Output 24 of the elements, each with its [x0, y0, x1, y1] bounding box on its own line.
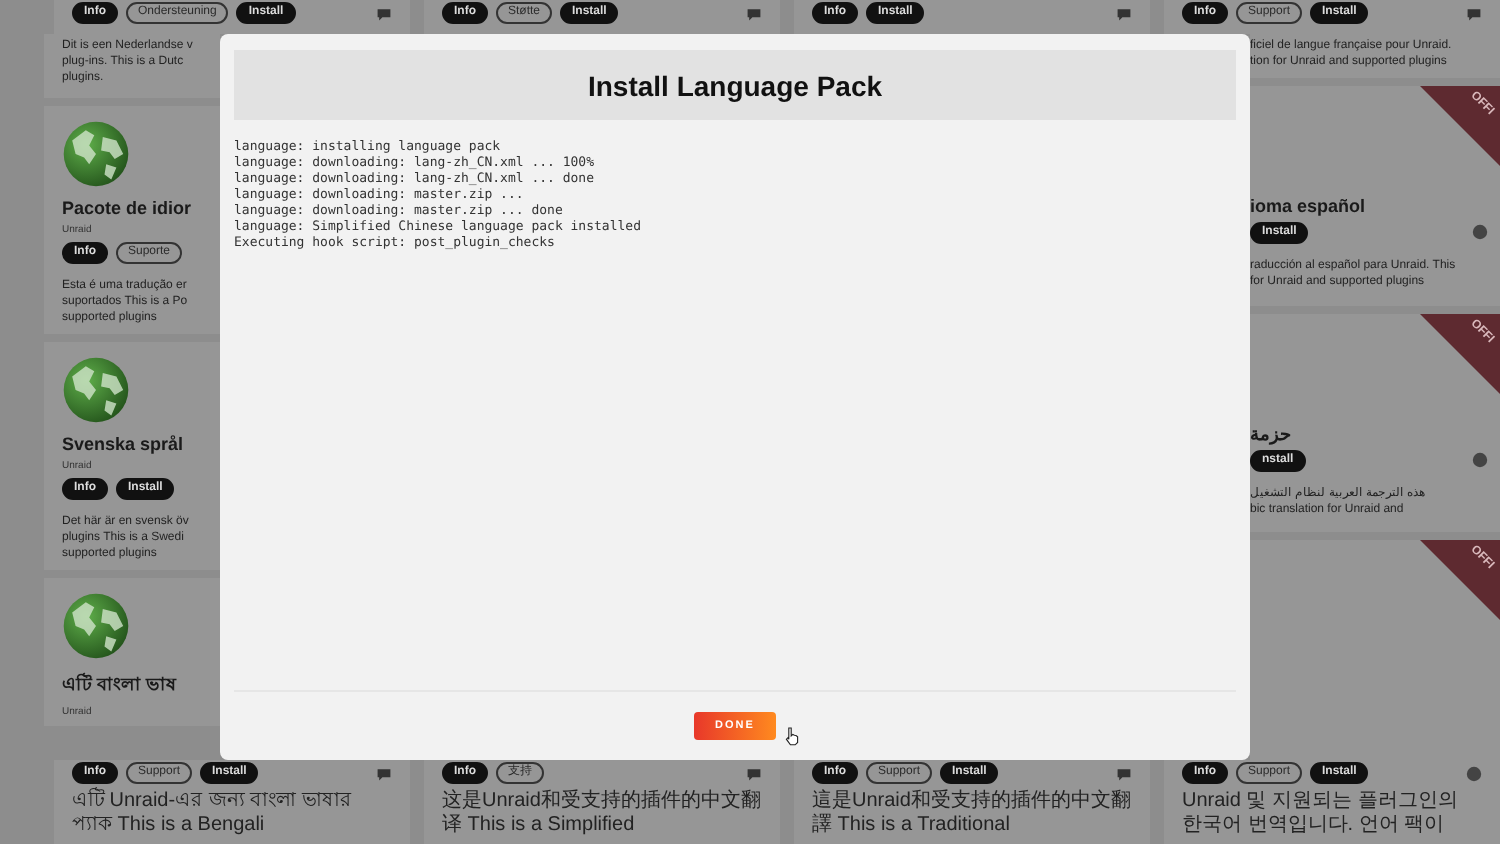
- circle-icon[interactable]: [1472, 452, 1488, 469]
- card-description: 這是Unraid和受支持的插件的中文翻譯 This is a Traditional: [812, 790, 1132, 838]
- card-description: 这是Unraid和受支持的插件的中文翻译 This is a Simplified: [442, 790, 762, 838]
- chat-icon[interactable]: [376, 5, 392, 21]
- card-description: এটি Unraid-এর জন্য বাংলা ভাষার প্যাক This is a Bengali: [72, 790, 354, 838]
- card-title: ioma español: [1250, 195, 1368, 216]
- chat-icon[interactable]: [1466, 5, 1482, 21]
- chat-icon[interactable]: [746, 5, 762, 21]
- globe-icon: [62, 592, 130, 660]
- chat-icon[interactable]: [1116, 765, 1132, 781]
- card-description: Unraid 및 지원되는 플러그인의 한국어 번역입니다. 언어 팩이: [1182, 790, 1460, 838]
- card-title: Pacote de idior: [62, 198, 194, 218]
- globe-icon: [62, 356, 130, 424]
- chat-icon[interactable]: [1116, 5, 1132, 21]
- chat-icon[interactable]: [376, 765, 392, 781]
- circle-icon[interactable]: [1466, 765, 1482, 781]
- card-title: Svenska språl: [62, 434, 186, 454]
- globe-icon: [62, 120, 130, 188]
- card-title: حزمة: [1250, 423, 1294, 444]
- card-title: এটি বাংলা ভাষ: [62, 670, 179, 698]
- chat-icon[interactable]: [746, 765, 762, 781]
- pointer-cursor-icon: [784, 726, 800, 746]
- circle-icon[interactable]: [1472, 224, 1488, 241]
- modal-title: Install Language Pack: [587, 69, 883, 101]
